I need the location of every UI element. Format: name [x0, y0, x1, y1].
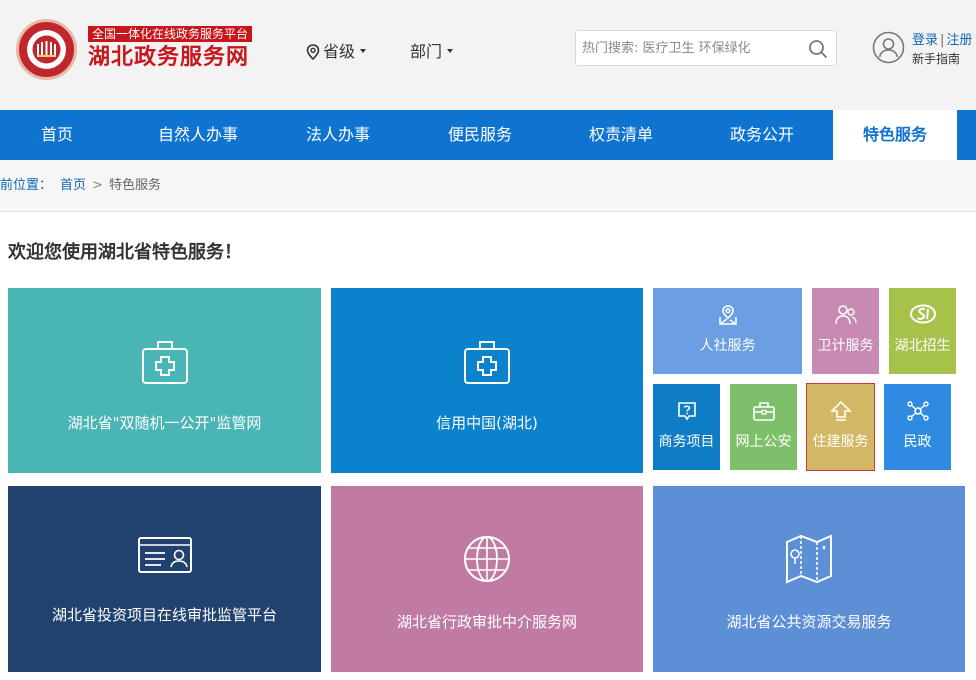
tile-housing-construction[interactable]: 住建服务	[806, 383, 875, 471]
tile-civil-affairs[interactable]: 民政	[884, 384, 951, 470]
caret-down-icon	[360, 49, 367, 53]
map-location-icon	[718, 305, 737, 325]
department-selector[interactable]: 部门	[410, 41, 454, 63]
tile-credit-china-hubei[interactable]: 信用中国(湖北)	[331, 288, 643, 473]
login-link[interactable]: 登录	[912, 33, 938, 48]
tile-label: 湖北省投资项目在线审批监管平台	[51, 606, 277, 624]
tile-label: 卫计服务	[817, 338, 874, 354]
breadcrumb-current: 特色服务	[108, 178, 161, 193]
register-link[interactable]: 注册	[946, 33, 972, 48]
breadcrumb-home-link[interactable]: 首页	[60, 178, 86, 193]
tile-label: 商务项目	[658, 434, 715, 450]
tile-label: 湖北招生	[894, 338, 951, 354]
nav-item-legal-entity[interactable]: 法人办事	[276, 110, 400, 160]
tile-label: 人社服务	[699, 338, 756, 354]
tile-online-police[interactable]: 网上公安	[730, 384, 797, 470]
tile-public-resource-trading[interactable]: 湖北省公共资源交易服务	[653, 486, 965, 672]
logo-emblem-icon	[32, 35, 61, 64]
caret-down-icon	[447, 49, 454, 53]
upload-arrow-icon	[829, 400, 852, 421]
briefcase-icon	[752, 402, 775, 421]
location-pin-icon	[306, 44, 320, 61]
breadcrumb-label: 前位置：	[0, 178, 53, 193]
site-logo-emblem[interactable]	[16, 19, 77, 80]
province-selector-label: 省级	[323, 42, 356, 61]
search-box	[575, 30, 837, 66]
page-title: 欢迎您使用湖北省特色服务！	[8, 242, 242, 263]
medical-kit-icon	[141, 341, 188, 384]
folded-map-icon	[786, 534, 832, 584]
question-chat-icon	[677, 402, 696, 421]
enrollment-logo-icon	[909, 304, 936, 324]
tile-intermediary-services[interactable]: 湖北省行政审批中介服务网	[331, 486, 643, 672]
nav-item-gov-affairs[interactable]: 政务公开	[699, 110, 825, 160]
tile-label: 网上公安	[735, 434, 792, 450]
account-links: 登录 | 注册	[912, 32, 972, 50]
beginner-guide-link[interactable]: 新手指南	[912, 51, 960, 67]
nav-item-home[interactable]: 首页	[0, 110, 114, 160]
network-icon	[906, 401, 929, 421]
tile-label: 住建服务	[812, 434, 869, 450]
department-selector-label: 部门	[410, 42, 443, 61]
id-card-icon	[137, 537, 192, 573]
tile-hubei-enrollment[interactable]: 湖北招生	[889, 288, 956, 374]
tile-label: 湖北省行政审批中介服务网	[396, 613, 577, 631]
tile-investment-approval[interactable]: 湖北省投资项目在线审批监管平台	[8, 486, 321, 672]
tile-label: 湖北省"双随机一公开"监管网	[67, 414, 262, 432]
globe-icon	[464, 536, 510, 582]
tile-health-planning[interactable]: 卫计服务	[812, 288, 879, 374]
user-avatar-icon[interactable]	[872, 31, 905, 64]
site-name[interactable]: 湖北政务服务网	[88, 44, 249, 72]
province-selector[interactable]: 省级	[306, 41, 367, 63]
medical-kit-icon	[464, 341, 510, 384]
tile-social-security[interactable]: 人社服务	[653, 288, 802, 374]
people-icon	[834, 305, 857, 325]
search-input[interactable]	[582, 37, 802, 59]
nav-item-power-list[interactable]: 权责清单	[558, 110, 684, 160]
nav-item-individual[interactable]: 自然人办事	[134, 110, 262, 160]
tile-commerce-projects[interactable]: 商务项目	[653, 384, 720, 470]
tile-label: 信用中国(湖北)	[436, 414, 538, 432]
main-nav: 首页 自然人办事 法人办事 便民服务 权责清单 政务公开 特色服务	[0, 110, 976, 160]
nav-item-convenience[interactable]: 便民服务	[417, 110, 543, 160]
site-header: 全国一体化在线政务服务平台 湖北政务服务网 省级 部门 登录|注册 新手指南	[0, 0, 976, 110]
nav-item-special-services[interactable]: 特色服务	[833, 110, 957, 160]
breadcrumb: 前位置： 首页 > 特色服务	[0, 160, 976, 212]
tile-label: 湖北省公共资源交易服务	[726, 613, 892, 631]
tile-double-random-supervision[interactable]: 湖北省"双随机一公开"监管网	[8, 288, 321, 473]
breadcrumb-arrow: >	[92, 178, 103, 193]
tile-label: 民政	[903, 434, 932, 450]
search-icon[interactable]	[808, 39, 828, 59]
account-links-separator: |	[940, 33, 945, 48]
platform-tagline: 全国一体化在线政务服务平台	[88, 26, 253, 42]
